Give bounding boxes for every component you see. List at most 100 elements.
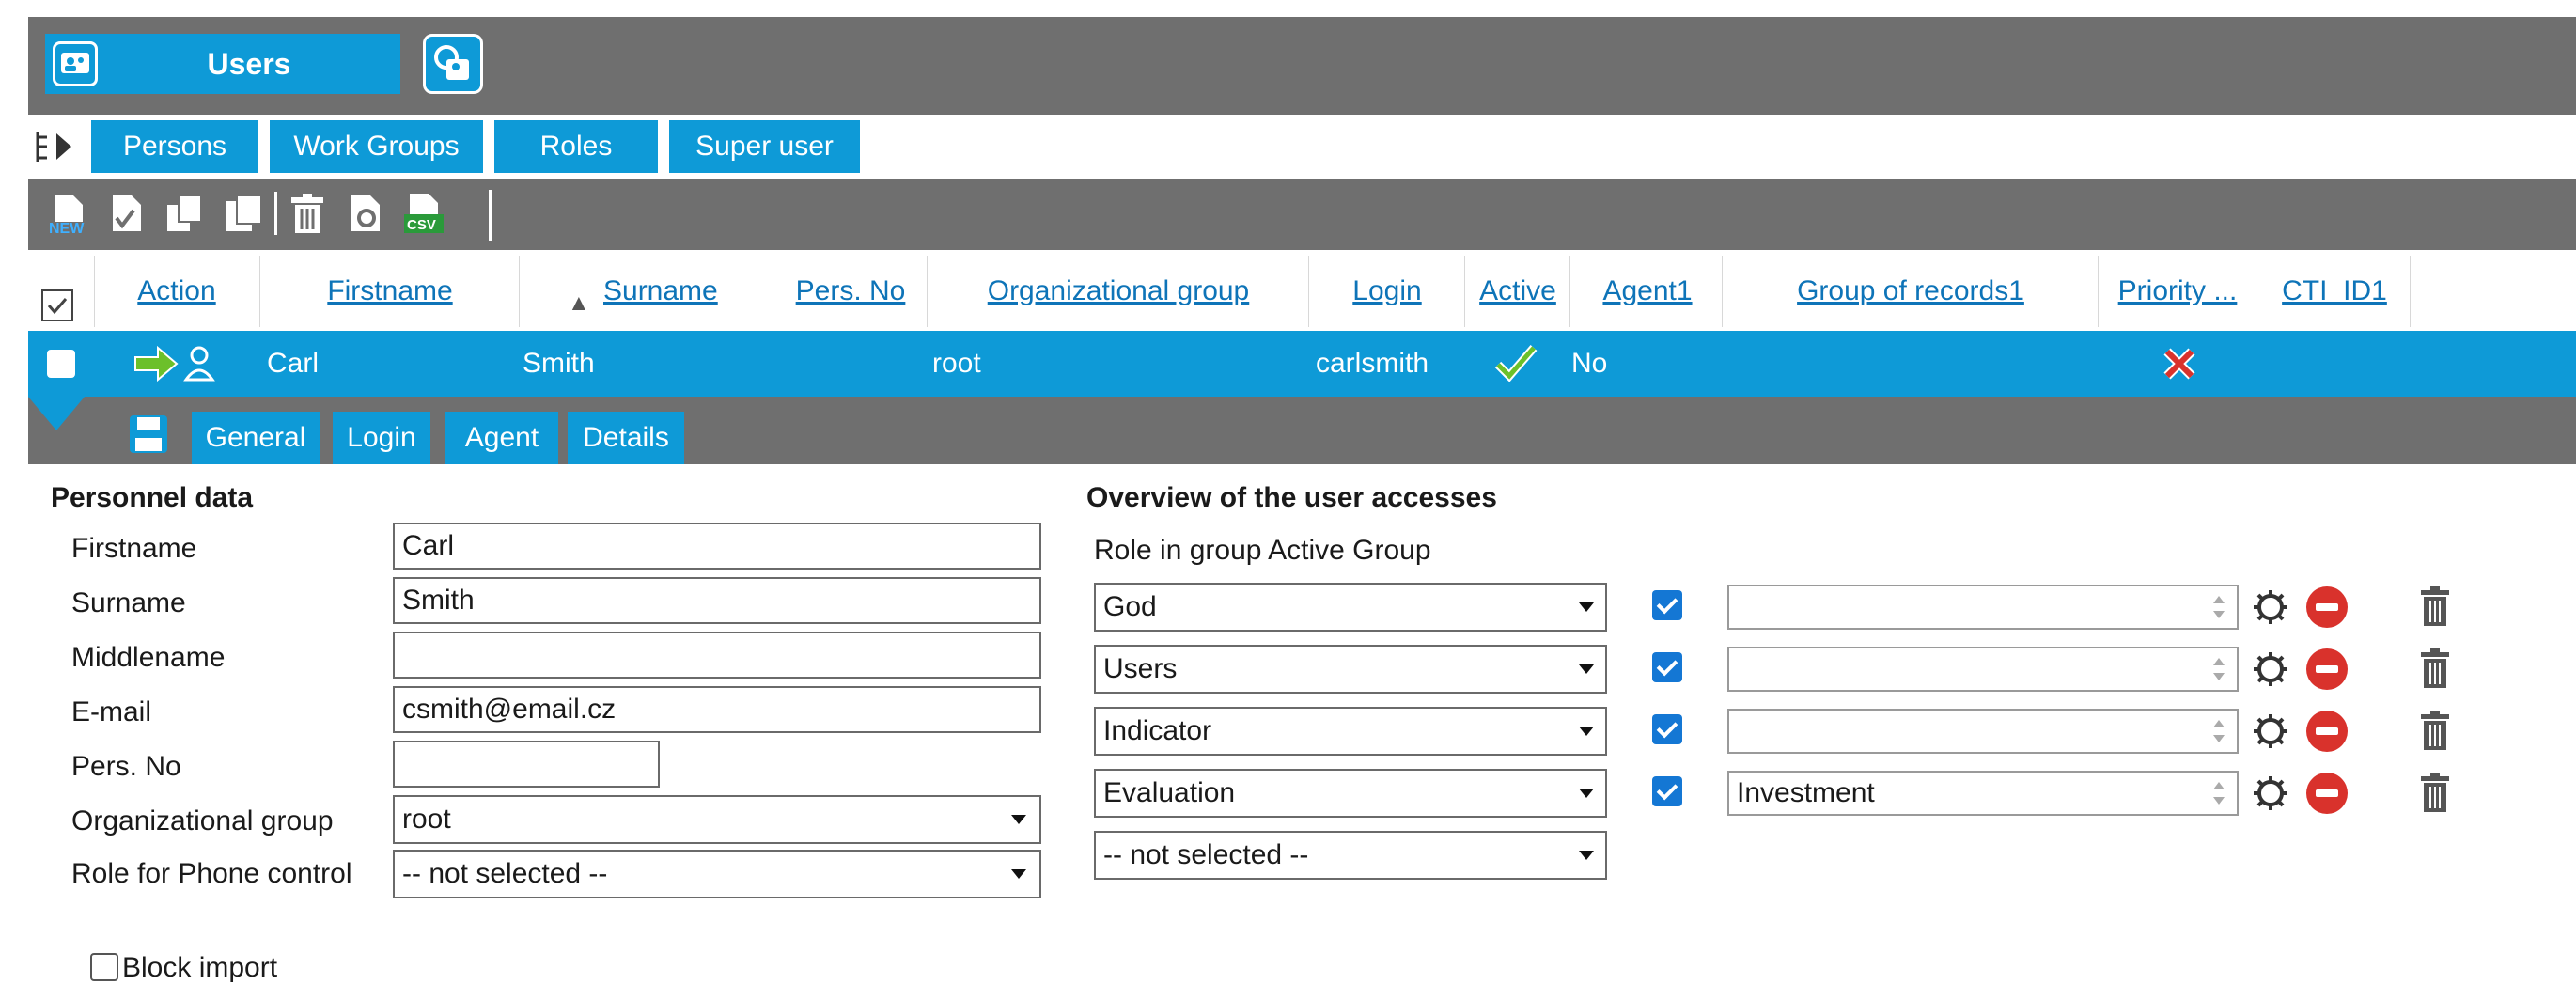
edit-icon[interactable] [105, 192, 148, 235]
role-value: Users [1103, 653, 1178, 684]
phone-role-label: Role for Phone control [71, 858, 352, 889]
role-group-field[interactable] [1727, 585, 2239, 630]
active-check-icon [1494, 344, 1538, 383]
cell-firstname: Carl [267, 348, 320, 379]
row-checkbox[interactable] [47, 350, 75, 378]
tab-agent[interactable]: Agent [445, 412, 558, 464]
col-firstname[interactable]: Firstname [263, 273, 517, 310]
col-group-of-records1[interactable]: Group of records1 [1725, 273, 2096, 310]
tab-work-groups[interactable]: Work Groups [270, 120, 483, 173]
firstname-label: Firstname [71, 533, 197, 564]
trash-icon[interactable] [2419, 586, 2451, 628]
role-active-checkbox[interactable] [1652, 714, 1682, 744]
spinner-arrows-icon[interactable] [2210, 776, 2227, 810]
org-group-select[interactable]: root [393, 795, 1041, 844]
role-select[interactable]: Users [1094, 645, 1607, 694]
gear-icon[interactable] [2252, 712, 2289, 750]
role-group-field[interactable] [1727, 647, 2239, 692]
middlename-field[interactable] [393, 632, 1041, 679]
new-icon[interactable]: NEW [47, 192, 90, 237]
chevron-down-icon [1579, 664, 1594, 674]
remove-icon[interactable] [2306, 586, 2348, 628]
col-active[interactable]: Active [1468, 273, 1568, 310]
column-separator [259, 256, 260, 327]
accesses-section-title: Overview of the user accesses [1086, 482, 1497, 513]
sort-ascending-icon: ▲ [568, 290, 590, 316]
role-active-checkbox[interactable] [1652, 776, 1682, 806]
svg-text:CSV: CSV [407, 217, 436, 233]
remove-icon[interactable] [2306, 711, 2348, 752]
email-field[interactable]: csmith@email.cz [393, 686, 1041, 733]
role-value: God [1103, 591, 1157, 622]
trash-icon[interactable] [2419, 773, 2451, 814]
settings-doc-icon[interactable] [344, 192, 387, 235]
top-margin [0, 0, 2576, 17]
user-profile-button[interactable] [423, 34, 483, 94]
app-title: Users [207, 47, 291, 81]
block-import-label: Block import [122, 952, 278, 983]
column-separator [1464, 256, 1465, 327]
cell-login: carlsmith [1316, 348, 1429, 379]
trash-icon[interactable] [2419, 711, 2451, 752]
svg-text:NEW: NEW [49, 221, 85, 235]
remove-icon[interactable] [2306, 773, 2348, 814]
gear-icon[interactable] [2252, 774, 2289, 812]
chevron-down-icon [1579, 602, 1594, 612]
left-margin [0, 17, 28, 1000]
role-select[interactable]: God [1094, 583, 1607, 632]
priority-x-icon [2162, 346, 2197, 382]
save-icon[interactable] [128, 414, 169, 455]
spinner-arrows-icon[interactable] [2210, 590, 2227, 624]
copy-icon[interactable] [164, 192, 207, 235]
trash-icon[interactable] [2419, 648, 2451, 690]
col-priority[interactable]: Priority ... [2101, 273, 2254, 310]
role-select[interactable]: Indicator [1094, 707, 1607, 756]
tab-details[interactable]: Details [568, 412, 684, 464]
role-group-field[interactable]: Investment [1727, 771, 2239, 816]
org-group-value: root [402, 804, 451, 835]
gear-icon[interactable] [2252, 588, 2289, 626]
chevron-down-icon [1011, 869, 1026, 879]
users-app-icon [53, 41, 98, 86]
tab-super-user[interactable]: Super user [669, 120, 860, 173]
column-separator [1569, 256, 1570, 327]
col-pers-no[interactable]: Pers. No [776, 273, 925, 310]
role-group-field[interactable] [1727, 709, 2239, 754]
pers-no-field[interactable] [393, 741, 660, 788]
open-detail-icon[interactable] [133, 342, 220, 385]
role-active-checkbox[interactable] [1652, 590, 1682, 620]
surname-field[interactable]: Smith [393, 577, 1041, 624]
toolbar-divider [274, 192, 277, 235]
delete-icon[interactable] [286, 192, 329, 235]
new-role-select[interactable]: -- not selected -- [1094, 831, 1607, 880]
remove-icon[interactable] [2306, 648, 2348, 690]
col-login[interactable]: Login [1312, 273, 1462, 310]
firstname-field[interactable]: Carl [393, 523, 1041, 570]
surname-label: Surname [71, 587, 186, 618]
col-surname[interactable]: Surname [603, 273, 726, 310]
col-action[interactable]: Action [98, 273, 256, 310]
role-value: Evaluation [1103, 777, 1236, 808]
tab-login[interactable]: Login [333, 412, 430, 464]
spinner-arrows-icon[interactable] [2210, 714, 2227, 748]
chevron-down-icon [1011, 815, 1026, 824]
select-all-checkbox[interactable] [41, 289, 73, 321]
tab-roles[interactable]: Roles [494, 120, 658, 173]
role-active-checkbox[interactable] [1652, 652, 1682, 682]
csv-export-icon[interactable]: CSV [402, 192, 445, 235]
role-select[interactable]: Evaluation [1094, 769, 1607, 818]
spinner-arrows-icon[interactable] [2210, 652, 2227, 686]
personnel-section-title: Personnel data [51, 482, 254, 513]
chevron-down-icon [1579, 851, 1594, 860]
col-agent1[interactable]: Agent1 [1573, 273, 1722, 310]
archive-icon[interactable] [222, 192, 265, 235]
gear-icon[interactable] [2252, 650, 2289, 688]
tab-persons[interactable]: Persons [91, 120, 258, 173]
col-cti-id1[interactable]: CTI_ID1 [2259, 273, 2410, 310]
phone-role-select[interactable]: -- not selected -- [393, 850, 1041, 898]
tab-general[interactable]: General [192, 412, 320, 464]
column-separator [1308, 256, 1309, 327]
col-organizational-group[interactable]: Organizational group [930, 273, 1306, 310]
collapse-tree-icon[interactable] [34, 130, 83, 164]
block-import-checkbox[interactable] [90, 953, 118, 981]
